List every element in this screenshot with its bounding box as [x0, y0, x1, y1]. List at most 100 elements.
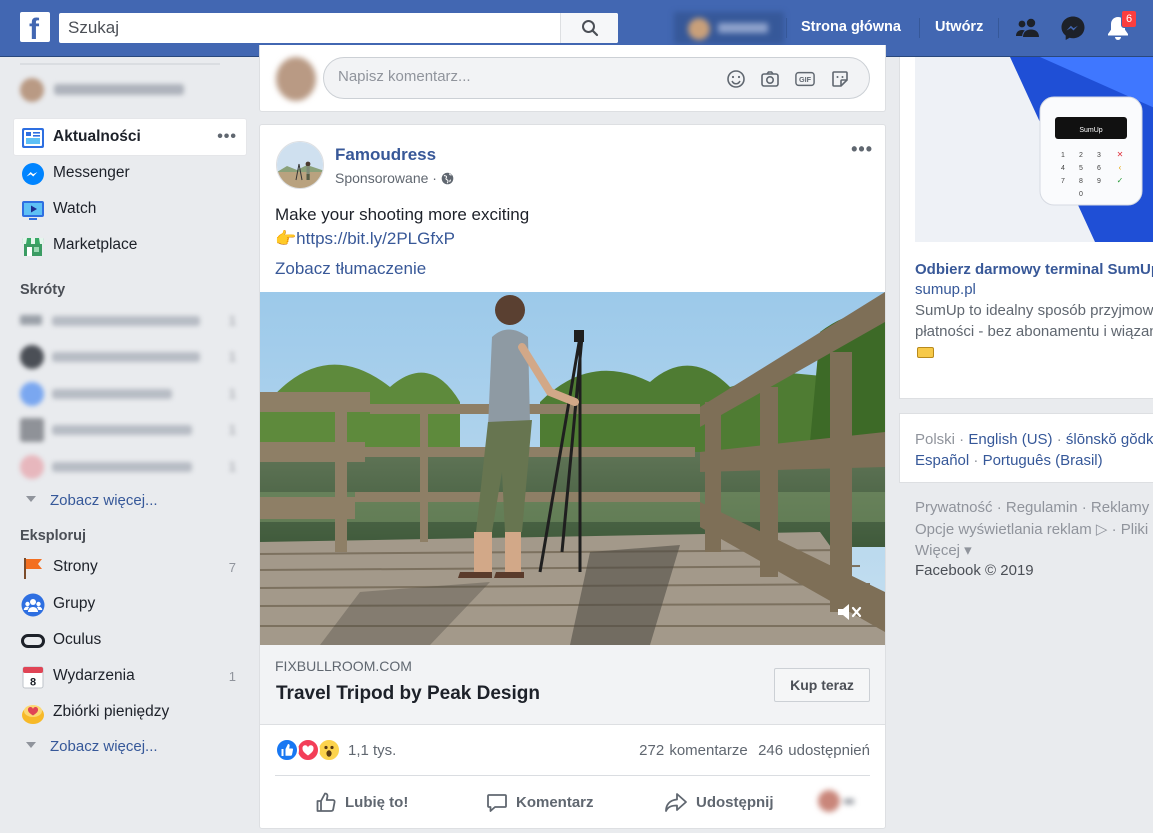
svg-text:✓: ✓	[1117, 176, 1124, 185]
post-url-link[interactable]: https://bit.ly/2PLGfxP	[296, 229, 455, 248]
shortcut-item[interactable]: 1	[20, 309, 242, 333]
shop-now-button[interactable]: Kup teraz	[774, 668, 870, 702]
ad-title-link[interactable]: Odbierz darmowy terminal SumUp	[915, 261, 1153, 278]
link-title[interactable]: Travel Tripod by Peak Design	[276, 683, 540, 705]
language-link[interactable]: Português (Brasil)	[983, 452, 1103, 469]
sponsored-text: Sponsorowane ·	[335, 170, 441, 186]
friend-requests-icon[interactable]	[1014, 14, 1042, 42]
sponsored-post-card: Famoudress Sponsorowane · ••• Make your …	[259, 124, 886, 829]
sidebar-item-pages[interactable]: Strony 7	[14, 549, 246, 585]
marketplace-icon	[21, 234, 45, 258]
comment-button[interactable]: Komentarz	[486, 789, 594, 815]
shares-count-link[interactable]: 246 udostępnień	[758, 742, 870, 759]
comment-box[interactable]: GIF	[323, 57, 870, 99]
post-options-icon[interactable]: •••	[851, 139, 873, 160]
shortcut-item[interactable]: 1	[20, 345, 242, 369]
gif-icon[interactable]: GIF	[795, 69, 815, 89]
like-label: Lubię to!	[345, 793, 409, 811]
sidebar-item-marketplace[interactable]: Marketplace	[14, 227, 246, 263]
svg-text:8: 8	[30, 677, 36, 689]
chevron-down-icon	[26, 742, 36, 748]
language-link[interactable]: Español	[915, 452, 969, 469]
footer-more-link[interactable]: Więcej ▾	[915, 541, 972, 559]
svg-text:0: 0	[1079, 191, 1083, 198]
more-options-icon[interactable]: •••	[217, 128, 237, 146]
comment-label: Komentarz	[516, 793, 594, 811]
post-message: Make your shooting more exciting	[275, 205, 530, 224]
language-link[interactable]: ślōnskŏ gŏdka	[1066, 431, 1153, 448]
search-bar	[59, 13, 618, 43]
page-name-link[interactable]: Famoudress	[335, 145, 436, 165]
svg-text:1: 1	[1061, 152, 1065, 159]
emoji-icon[interactable]	[726, 69, 746, 89]
language-link[interactable]: English (US)	[968, 431, 1052, 448]
sidebar-item-fundraisers[interactable]: Zbiórki pieniędzy	[14, 694, 246, 730]
current-language: Polski	[915, 431, 956, 448]
shortcut-item[interactable]: 1	[20, 418, 242, 442]
page-avatar[interactable]	[276, 141, 324, 189]
post-as-selector[interactable]	[818, 790, 858, 812]
avatar	[276, 57, 316, 101]
watch-icon	[21, 198, 45, 222]
ad-domain[interactable]: sumup.pl	[915, 281, 976, 298]
search-button[interactable]	[560, 13, 618, 43]
notifications-badge: 6	[1121, 10, 1137, 28]
shortcut-item[interactable]: 1	[20, 382, 242, 406]
create-link[interactable]: Utwórz	[935, 19, 983, 35]
see-more-shortcuts-link[interactable]: Zobacz więcej...	[26, 492, 158, 509]
sidebar-item-messenger[interactable]: Messenger	[14, 155, 246, 191]
home-link[interactable]: Strona główna	[801, 19, 901, 35]
sidebar-item-events[interactable]: 8 Wydarzenia 1	[14, 658, 246, 694]
footer-ad-choices-link[interactable]: Opcje wyświetlania reklam ▷ · Pliki cook…	[915, 520, 1153, 538]
reactions-count[interactable]: 1,1 tys.	[348, 742, 396, 759]
sidebar-item-groups[interactable]: Grupy	[14, 586, 246, 622]
share-button[interactable]: Udostępnij	[664, 789, 774, 815]
messenger-icon[interactable]	[1059, 14, 1087, 42]
sidebar-item-oculus[interactable]: Oculus	[14, 622, 246, 658]
post-video[interactable]	[260, 292, 885, 645]
svg-text:3: 3	[1097, 152, 1101, 159]
footer-links[interactable]: Prywatność · Regulamin · Reklamy ·	[915, 499, 1153, 516]
sidebar-item-news-feed[interactable]: Aktualności •••	[14, 119, 246, 155]
sidebar-profile-link[interactable]	[20, 76, 220, 102]
calendar-icon: 8	[21, 665, 45, 689]
sticker-icon[interactable]	[830, 69, 850, 89]
search-input[interactable]	[59, 13, 559, 43]
sidebar-item-watch[interactable]: Watch	[14, 191, 246, 227]
shortcut-item[interactable]: 1	[20, 455, 242, 479]
see-more-label: Zobacz więcej...	[50, 492, 158, 509]
svg-text:SumUp: SumUp	[1079, 127, 1102, 134]
svg-text:5: 5	[1079, 165, 1083, 172]
count-badge: 7	[228, 560, 236, 575]
post-stats: 272 komentarze 246 udostępnień	[639, 742, 870, 759]
link-preview[interactable]: FIXBULLROOM.COM Travel Tripod by Peak De…	[260, 645, 885, 725]
sidebar-item-label: Marketplace	[53, 236, 138, 253]
profile-link[interactable]	[674, 12, 784, 44]
profile-name	[54, 84, 184, 95]
ad-image[interactable]: SumUp 1 2 3 4 5 6 7 8 9 0 ✕ ‹ ✓	[915, 57, 1153, 242]
see-more-explore-link[interactable]: Zobacz więcej...	[26, 738, 158, 755]
like-button[interactable]: Lubię to!	[315, 789, 408, 815]
credit-card-icon	[917, 347, 934, 358]
sponsored-ad-card[interactable]: SumUp 1 2 3 4 5 6 7 8 9 0 ✕ ‹ ✓ Odbierz darmow…	[899, 57, 1153, 399]
svg-text:6: 6	[1097, 165, 1101, 172]
oculus-icon	[21, 629, 45, 653]
divider	[786, 18, 787, 38]
sidebar-item-label: Zbiórki pieniędzy	[53, 703, 170, 720]
comment-input[interactable]	[338, 68, 718, 85]
comments-count-link[interactable]: 272 komentarze	[639, 742, 748, 759]
ad-description: SumUp to idealny sposób przyjmowania pła…	[915, 300, 1153, 342]
share-icon	[665, 793, 687, 812]
thumbs-up-icon	[316, 792, 336, 812]
facebook-logo-icon[interactable]: f	[20, 12, 50, 42]
language-row: Polski · English (US) · ślōnskŏ gŏdka	[915, 431, 1153, 448]
svg-text:7: 7	[1061, 178, 1065, 185]
search-icon	[581, 20, 598, 37]
camera-icon[interactable]	[760, 69, 780, 89]
ad-description-line: płatności - bez abonamentu i wiązania	[915, 323, 1153, 340]
see-more-label: Zobacz więcej...	[50, 738, 158, 755]
mute-icon[interactable]	[835, 600, 863, 627]
sidebar-item-label: Grupy	[53, 595, 96, 612]
sponsored-label: Sponsorowane ·	[335, 170, 454, 186]
see-translation-link[interactable]: Zobacz tłumaczenie	[275, 259, 426, 279]
